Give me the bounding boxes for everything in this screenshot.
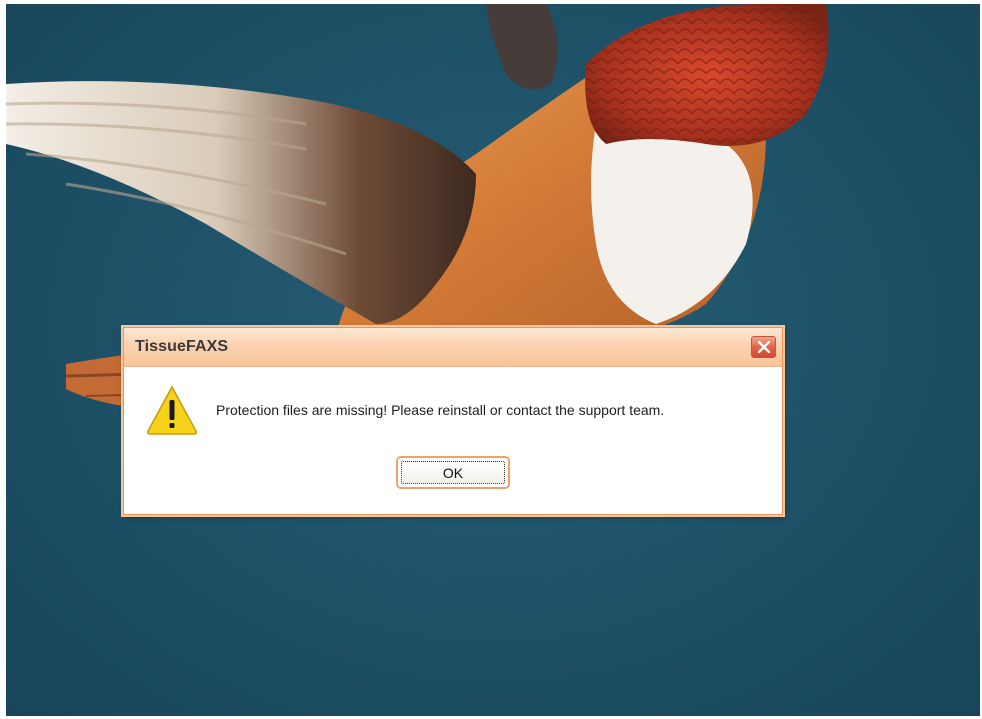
close-button[interactable] (751, 336, 776, 358)
dialog-body: Protection files are missing! Please rei… (124, 367, 782, 514)
warning-icon (147, 385, 197, 435)
dialog-titlebar[interactable]: TissueFAXS (124, 328, 782, 367)
ok-button[interactable]: OK (396, 456, 510, 489)
dialog-message: Protection files are missing! Please rei… (216, 402, 665, 418)
error-dialog: TissueFAXS Protection files are missing!… (123, 327, 783, 515)
desktop-background: TissueFAXS Protection files are missing!… (6, 4, 980, 716)
screen: TissueFAXS Protection files are missing!… (0, 0, 982, 719)
close-icon (758, 341, 770, 353)
ok-button-label: OK (401, 461, 505, 484)
dialog-title: TissueFAXS (135, 338, 229, 355)
